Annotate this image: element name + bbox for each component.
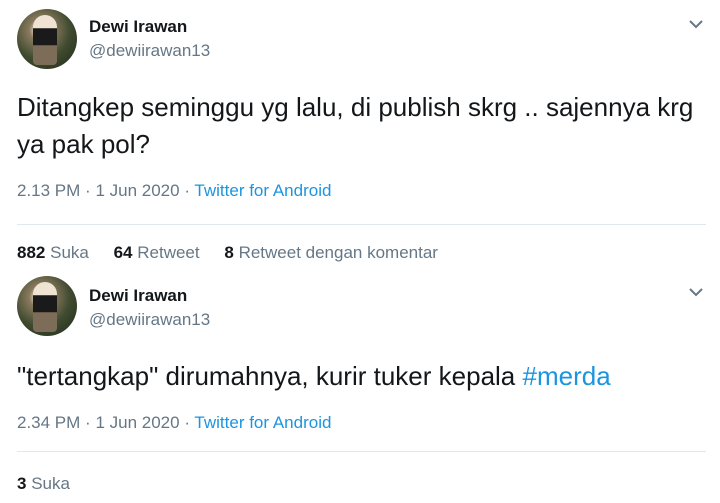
tweet-text: "tertangkap" dirumahnya, kurir tuker kep… [17, 358, 707, 395]
likes-stat[interactable]: 3 Suka [17, 474, 70, 493]
meta-separator: · [85, 181, 91, 200]
chevron-down-icon[interactable] [686, 17, 706, 31]
tweet-text: Ditangkep seminggu yg lalu, di publish s… [17, 92, 694, 159]
avatar[interactable] [17, 276, 77, 336]
tweet-meta: 2.34 PM · 1 Jun 2020 · Twitter for Andro… [17, 413, 331, 433]
hashtag-link[interactable]: #merda [523, 361, 611, 391]
divider [17, 224, 706, 225]
tweet-time[interactable]: 2.34 PM [17, 413, 80, 432]
author-handle[interactable]: @dewiirawan13 [89, 310, 210, 330]
meta-separator: · [184, 181, 190, 200]
tweet-date[interactable]: 1 Jun 2020 [95, 413, 179, 432]
retweets-stat[interactable]: 64 Retweet [114, 243, 200, 262]
tweet-time[interactable]: 2.13 PM [17, 181, 80, 200]
divider [17, 451, 706, 452]
meta-separator: · [184, 413, 190, 432]
tweet-stats: 3 Suka [17, 474, 90, 494]
meta-separator: · [85, 413, 91, 432]
author-handle[interactable]: @dewiirawan13 [89, 41, 210, 61]
avatar-photo [33, 15, 57, 65]
quote-tweets-count: 8 [224, 243, 234, 262]
tweet-meta: 2.13 PM · 1 Jun 2020 · Twitter for Andro… [17, 181, 331, 201]
retweets-label: Retweet [137, 243, 200, 262]
quote-tweets-label: Retweet dengan komentar [238, 243, 438, 262]
quote-tweets-stat[interactable]: 8 Retweet dengan komentar [224, 243, 438, 262]
tweet-source-link[interactable]: Twitter for Android [194, 413, 331, 432]
likes-label: Suka [50, 243, 89, 262]
tweet-text-body: "tertangkap" dirumahnya, kurir tuker kep… [17, 361, 523, 391]
chevron-down-icon[interactable] [686, 285, 706, 299]
retweets-count: 64 [113, 243, 133, 262]
likes-label: Suka [31, 474, 70, 493]
tweet-date[interactable]: 1 Jun 2020 [95, 181, 179, 200]
avatar-photo [33, 282, 57, 332]
tweet-source-link[interactable]: Twitter for Android [194, 181, 331, 200]
likes-count: 3 [17, 474, 27, 493]
likes-stat[interactable]: 882 Suka [17, 243, 89, 262]
author-name[interactable]: Dewi Irawan [89, 17, 187, 37]
author-name[interactable]: Dewi Irawan [89, 286, 187, 306]
avatar[interactable] [17, 9, 77, 69]
likes-count: 882 [17, 243, 46, 262]
tweet-stats: 882 Suka 64 Retweet 8 Retweet dengan kom… [17, 243, 458, 263]
